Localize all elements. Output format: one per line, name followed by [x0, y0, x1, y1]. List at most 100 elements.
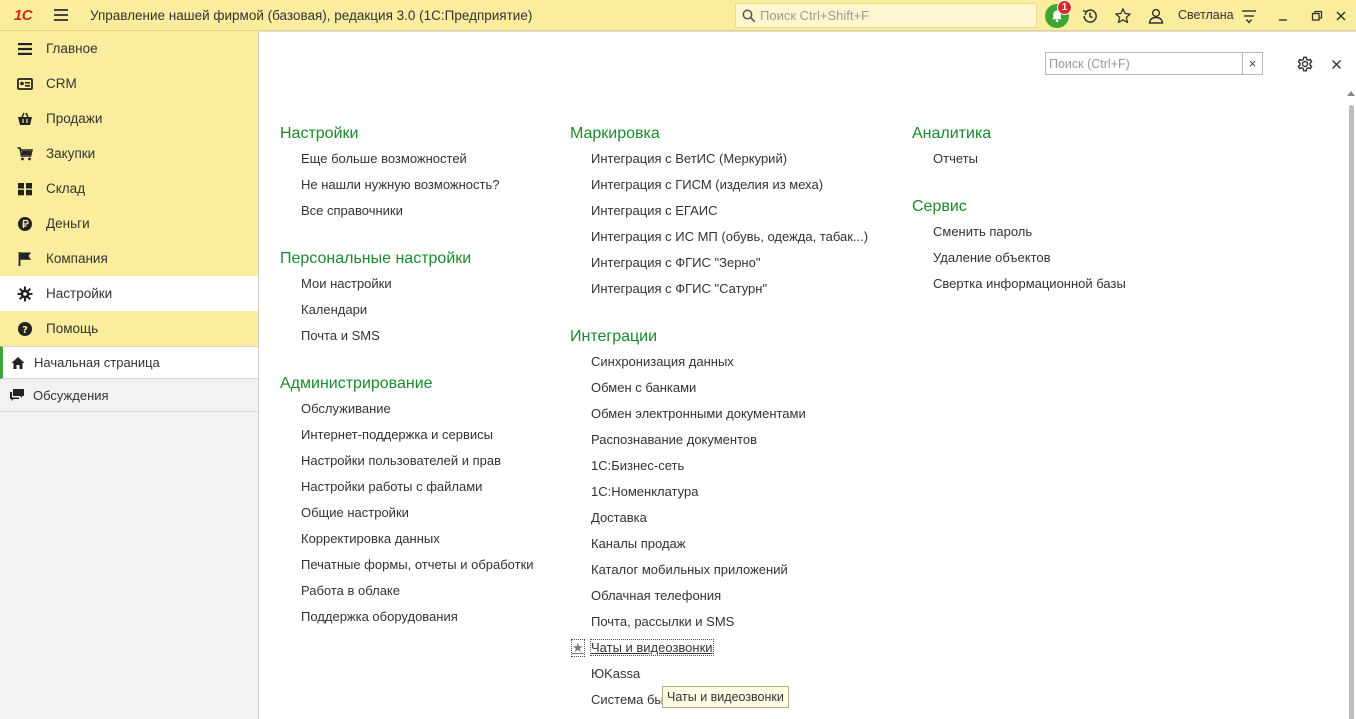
panel-search-input[interactable] — [1046, 56, 1242, 71]
home-icon — [10, 355, 26, 371]
home-page-label: Начальная страница — [34, 355, 160, 370]
command-link[interactable]: Отчеты — [912, 151, 1126, 177]
group-title: Интеграции — [570, 328, 658, 345]
gear-icon — [1297, 56, 1313, 72]
command-link[interactable]: Интеграция с ИС МП (обувь, одежда, табак… — [570, 229, 868, 255]
command-link[interactable]: Облачная телефония — [570, 588, 868, 614]
group-title: Сервис — [912, 198, 967, 215]
command-link[interactable]: 1С:Бизнес-сеть — [570, 458, 868, 484]
command-link[interactable]: Сменить пароль — [912, 224, 1126, 250]
home-page-link[interactable]: Начальная страница — [0, 346, 258, 379]
money-icon — [16, 215, 34, 233]
notifications-badge: 1 — [1057, 0, 1072, 15]
command-link[interactable]: Интеграция с ВетИС (Меркурий) — [570, 151, 868, 177]
scroll-up-icon[interactable] — [1347, 91, 1355, 96]
command-link[interactable]: Удаление объектов — [912, 250, 1126, 276]
svg-text:?: ? — [22, 325, 28, 336]
cart-icon — [16, 145, 34, 163]
global-search-input[interactable] — [760, 8, 1030, 23]
clear-search-icon[interactable]: × — [1242, 53, 1262, 74]
group-title: Персональные настройки — [280, 250, 472, 267]
command-link[interactable]: Поддержка оборудования — [280, 609, 534, 635]
history-icon — [1082, 8, 1097, 23]
command-link[interactable]: Интеграция с ФГИС "Зерно" — [570, 255, 868, 281]
section-main[interactable]: Главное — [0, 31, 258, 66]
command-link[interactable]: Распознавание документов — [570, 432, 868, 458]
settings-menu-button[interactable] — [1234, 0, 1264, 31]
command-link[interactable]: Интернет-поддержка и сервисы — [280, 427, 534, 453]
section-crm[interactable]: CRM — [0, 66, 258, 101]
command-link[interactable]: Почта и SMS — [280, 328, 534, 354]
section-company[interactable]: Компания — [0, 241, 258, 276]
command-link[interactable]: Корректировка данных — [280, 531, 534, 557]
history-button[interactable] — [1075, 0, 1105, 31]
command-link[interactable]: Интеграция с ГИСМ (изделия из меха) — [570, 177, 868, 203]
command-link[interactable]: Обмен электронными документами — [570, 406, 868, 432]
list-icon — [16, 40, 34, 58]
column-1: Настройки Еще больше возможностей Не наш… — [280, 125, 534, 635]
sections-panel: Главное CRM Продажи Закупки Склад Деньги — [0, 31, 259, 719]
settings-panel: × Настройки Еще больше возможностей Не н… — [260, 31, 1356, 719]
section-purchases[interactable]: Закупки — [0, 136, 258, 171]
column-2: Маркировка Интеграция с ВетИС (Меркурий)… — [570, 125, 868, 718]
command-link[interactable]: Календари — [280, 302, 534, 328]
warehouse-icon — [16, 180, 34, 198]
command-link[interactable]: Настройки работы с файлами — [280, 479, 534, 505]
minimize-icon — [1279, 18, 1287, 21]
app-title: Управление нашей фирмой (базовая), редак… — [90, 7, 533, 23]
section-sales[interactable]: Продажи — [0, 101, 258, 136]
group-title: Маркировка — [570, 125, 660, 142]
settings-lines-icon — [1242, 9, 1256, 24]
section-settings[interactable]: Настройки — [0, 276, 258, 311]
command-link[interactable]: Настройки пользователей и прав — [280, 453, 534, 479]
command-link[interactable]: Каталог мобильных приложений — [570, 562, 868, 588]
panel-settings-button[interactable] — [1294, 53, 1316, 75]
section-help[interactable]: ? Помощь — [0, 311, 258, 346]
panel-search-field[interactable]: × — [1045, 52, 1263, 75]
user-button[interactable] — [1141, 0, 1171, 31]
vertical-scrollbar[interactable] — [1346, 91, 1356, 719]
section-money[interactable]: Деньги — [0, 206, 258, 241]
group-title: Аналитика — [912, 125, 992, 142]
panel-close-button[interactable] — [1326, 53, 1346, 75]
command-link[interactable]: Обмен с банками — [570, 380, 868, 406]
section-label: Компания — [46, 251, 108, 266]
command-link[interactable]: Общие настройки — [280, 505, 534, 531]
main-menu-icon[interactable] — [46, 0, 76, 31]
1c-logo: 1С — [13, 6, 33, 24]
command-link[interactable]: Печатные формы, отчеты и обработки — [280, 557, 534, 583]
command-link-hovered[interactable]: ★ Чаты и видеозвонки — [570, 639, 868, 666]
command-link[interactable]: Интеграция с ФГИС "Сатурн" — [570, 281, 868, 307]
command-link[interactable]: Мои настройки — [280, 276, 534, 302]
command-link[interactable]: Не нашли нужную возможность? — [280, 177, 534, 203]
discussions-link[interactable]: Обсуждения — [0, 379, 258, 412]
command-link[interactable]: Работа в облаке — [280, 583, 534, 609]
section-label: Склад — [46, 181, 86, 196]
command-link[interactable]: Обслуживание — [280, 401, 534, 427]
command-link[interactable]: Синхронизация данных — [570, 354, 868, 380]
divider — [260, 31, 1356, 35]
command-link[interactable]: Почта, рассылки и SMS — [570, 614, 868, 640]
minimize-button[interactable] — [1268, 0, 1298, 31]
notifications-button[interactable]: 1 — [1042, 0, 1072, 31]
scroll-thumb[interactable] — [1349, 105, 1354, 719]
user-name[interactable]: Светлана — [1178, 8, 1234, 22]
close-icon — [1336, 11, 1346, 20]
window-close-button[interactable] — [1326, 0, 1356, 31]
command-link[interactable]: Доставка — [570, 510, 868, 536]
command-link[interactable]: Еще больше возможностей — [280, 151, 534, 177]
favorites-button[interactable] — [1108, 0, 1138, 31]
section-label: Деньги — [46, 216, 90, 231]
command-link[interactable]: Все справочники — [280, 203, 534, 229]
command-link[interactable]: Интеграция с ЕГАИС — [570, 203, 868, 229]
global-search-field[interactable] — [735, 3, 1037, 28]
section-warehouse[interactable]: Склад — [0, 171, 258, 206]
gear-icon — [16, 285, 34, 303]
tooltip: Чаты и видеозвонки — [662, 686, 789, 708]
command-link[interactable]: Каналы продаж — [570, 536, 868, 562]
section-label: Главное — [46, 41, 98, 56]
section-label: CRM — [46, 76, 77, 91]
command-link[interactable]: 1С:Номенклатура — [570, 484, 868, 510]
favorite-star-icon[interactable]: ★ — [571, 639, 585, 657]
command-link[interactable]: Свертка информационной базы — [912, 276, 1126, 302]
